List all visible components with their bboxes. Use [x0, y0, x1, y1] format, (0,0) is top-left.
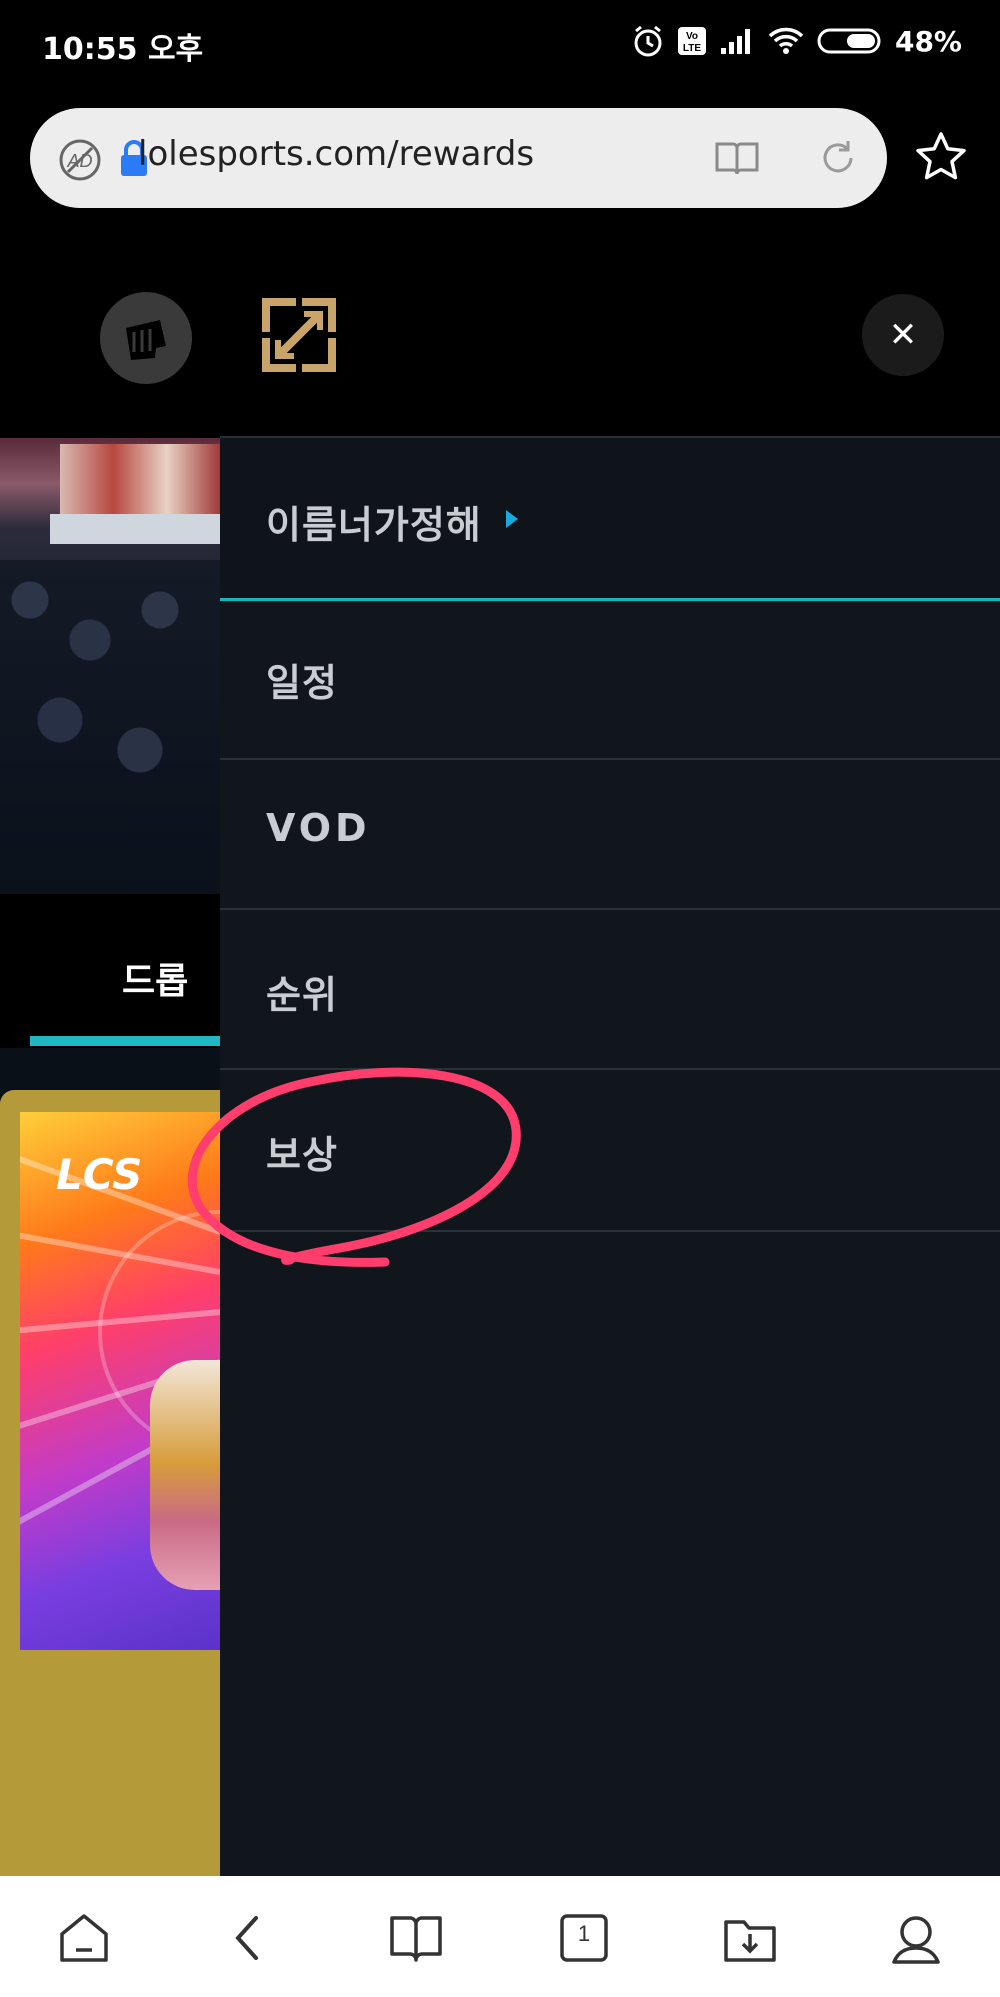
profile-name: 이름너가정해 [266, 503, 482, 547]
home-icon[interactable] [56, 1910, 112, 1966]
close-button[interactable]: ✕ [862, 294, 944, 376]
hero-banner [60, 444, 220, 514]
downloads-icon[interactable] [722, 1910, 778, 1966]
lcs-logo: LCS [56, 1150, 143, 1199]
riot-logo-icon[interactable] [100, 292, 192, 384]
tab-drops[interactable]: 드롭 [122, 952, 188, 1004]
profile-row[interactable]: 이름너가정해 [220, 438, 1000, 601]
menu-item-label: 순위 [266, 973, 338, 1017]
status-time: 10:55 오후 [42, 32, 204, 67]
menu-item-label: 일정 [266, 661, 338, 705]
back-icon[interactable] [222, 1910, 278, 1966]
url-text[interactable]: lolesports.com/rewards [138, 134, 534, 174]
menu-item-rewards[interactable]: 보상 [220, 1070, 1000, 1232]
bookmarks-icon[interactable] [388, 1910, 444, 1966]
menu-item-label: 보상 [266, 1133, 338, 1177]
battery-level: 48% [894, 24, 962, 58]
reader-mode-icon[interactable] [714, 138, 760, 178]
alarm-icon [634, 25, 662, 57]
reload-icon[interactable] [818, 138, 858, 178]
svg-text:Vo: Vo [686, 31, 698, 42]
status-icons: Vo LTE 48% [631, 24, 962, 58]
signal-icon [720, 29, 750, 54]
svg-text:LTE: LTE [683, 43, 701, 54]
nav-menu-panel: 이름너가정해 일정 VOD 순위 보상 [220, 436, 1000, 1878]
menu-item-vod[interactable]: VOD [220, 760, 1000, 910]
tabs-count: 1 [577, 1921, 591, 1946]
star-icon[interactable] [914, 130, 968, 184]
expand-icon[interactable] [256, 292, 342, 378]
profile-icon[interactable] [888, 1910, 944, 1966]
tab-underline [30, 1036, 220, 1046]
bottom-nav [0, 1876, 1000, 1997]
menu-item-standings[interactable]: 순위 [220, 910, 1000, 1070]
menu-item-label: VOD [266, 806, 371, 850]
wifi-icon [768, 27, 804, 54]
hero-crowd [0, 560, 220, 894]
adblock-icon[interactable]: AD [58, 138, 102, 182]
menu-item-schedule[interactable]: 일정 [220, 600, 1000, 760]
hero-stage [50, 514, 220, 544]
caret-right-icon [506, 510, 518, 528]
battery-icon [817, 28, 881, 54]
volte-icon: Vo LTE [677, 27, 706, 55]
